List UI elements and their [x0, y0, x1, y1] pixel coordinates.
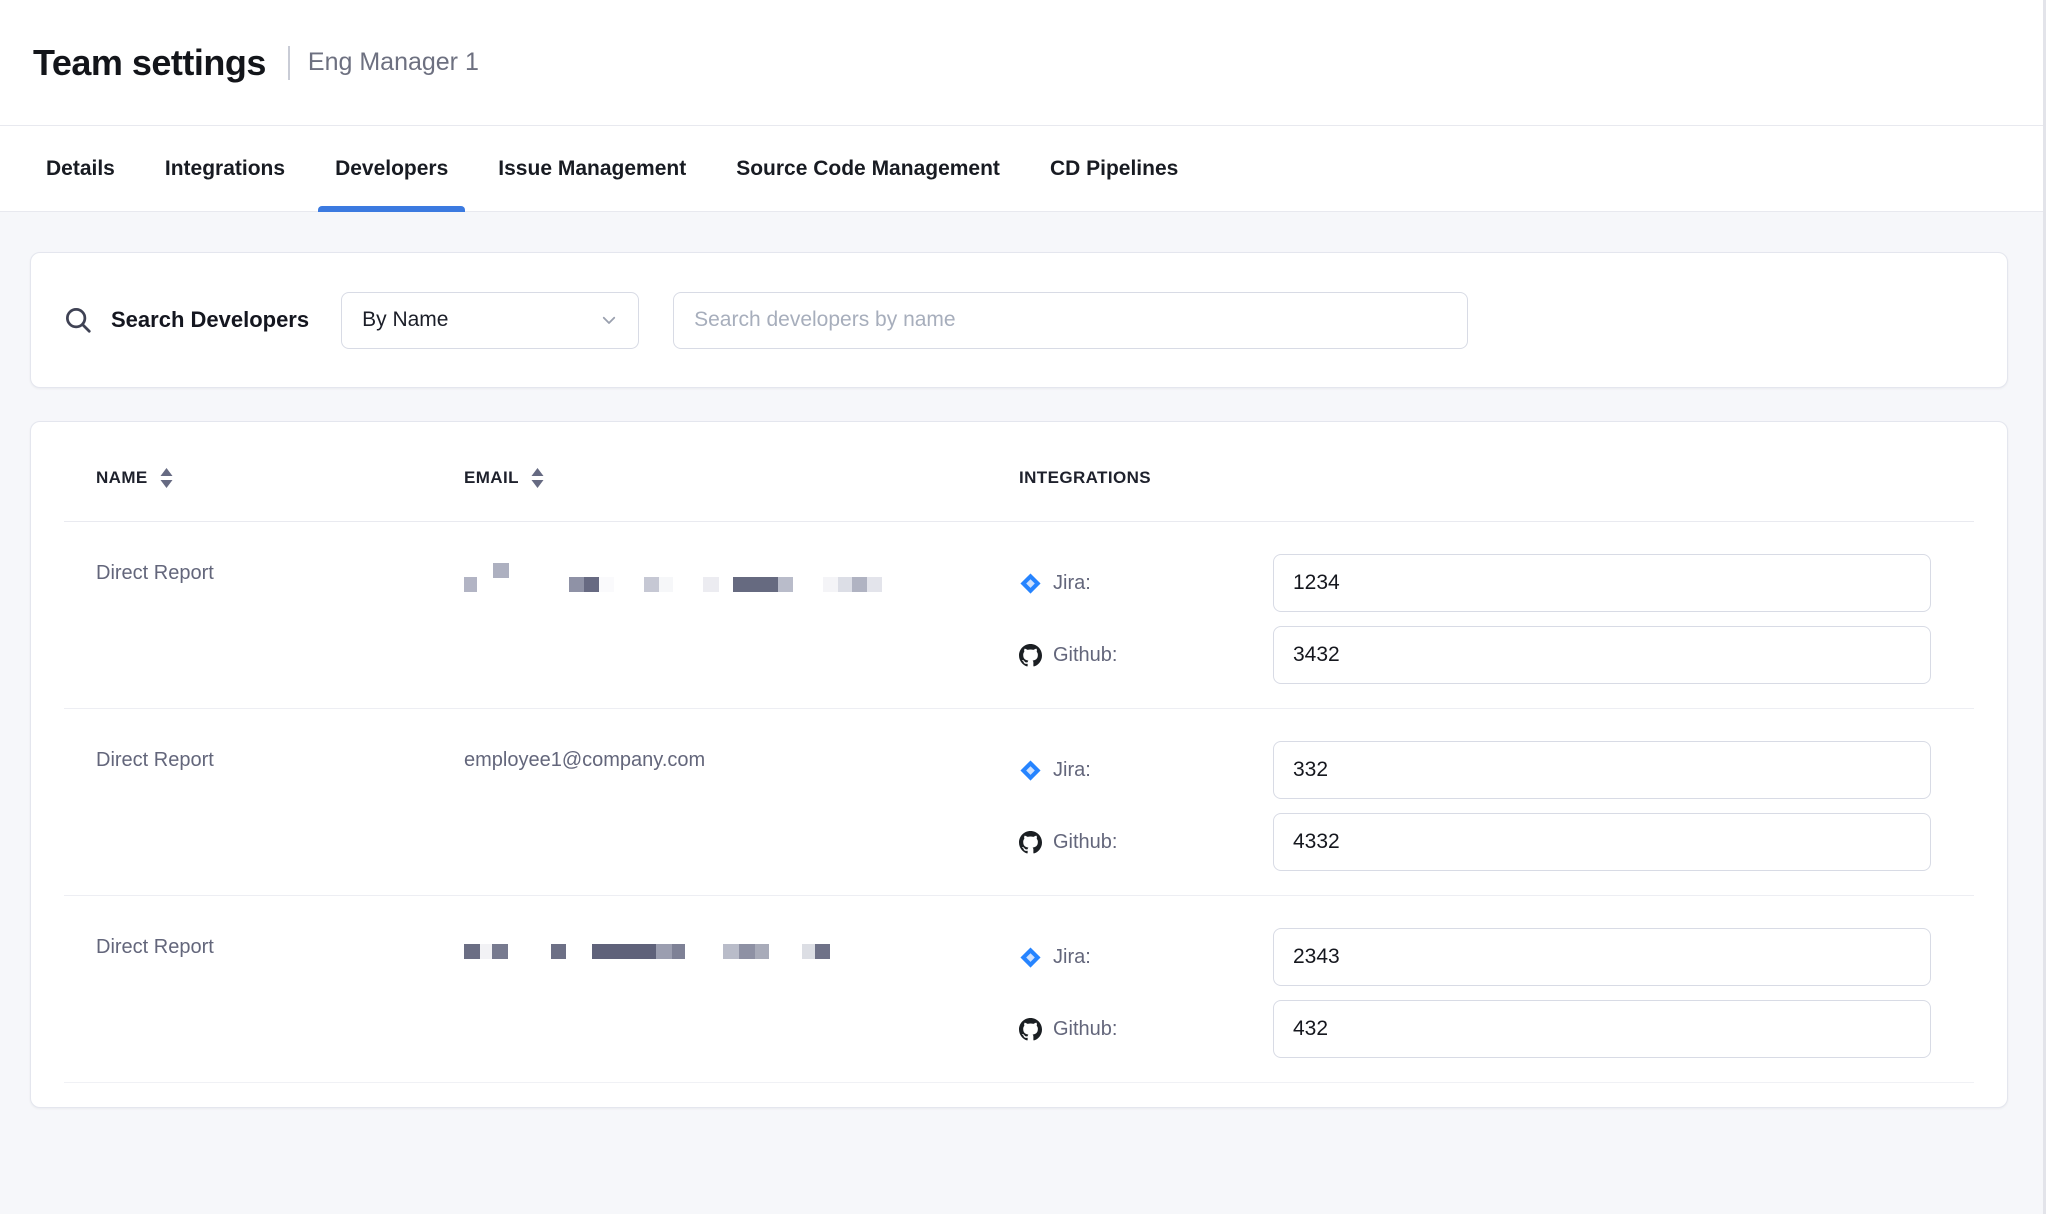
title-divider	[288, 46, 290, 80]
tab-developers[interactable]: Developers	[335, 126, 448, 212]
github-id-input[interactable]	[1273, 813, 1931, 871]
jira-icon	[1019, 946, 1042, 969]
column-header-email: EMAIL	[434, 467, 989, 489]
tab-integrations[interactable]: Integrations	[165, 126, 285, 212]
search-icon	[63, 305, 93, 335]
jira-integration-line: Jira:	[1019, 928, 1974, 986]
tab-bar: Details Integrations Developers Issue Ma…	[0, 126, 2043, 212]
jira-id-input[interactable]	[1273, 554, 1931, 612]
page-subtitle: Eng Manager 1	[308, 48, 479, 77]
search-developers-label: Search Developers	[111, 307, 309, 333]
developer-email-redacted	[434, 928, 989, 1058]
page-title: Team settings	[33, 42, 266, 84]
table-row: Direct Report	[64, 522, 1974, 709]
github-label: Github:	[1053, 644, 1117, 667]
developer-name: Direct Report	[64, 741, 434, 871]
column-header-name: NAME	[64, 467, 434, 489]
integrations-cell: Jira: Github:	[989, 928, 1974, 1058]
jira-id-input[interactable]	[1273, 928, 1931, 986]
github-label: Github:	[1053, 831, 1117, 854]
github-integration-line: Github:	[1019, 1000, 1974, 1058]
jira-icon	[1019, 759, 1042, 782]
jira-label: Jira:	[1053, 759, 1091, 782]
redacted-email-blocks	[464, 936, 989, 966]
filter-selected-value: By Name	[362, 308, 448, 332]
search-input[interactable]	[673, 292, 1468, 349]
column-header-integrations: INTEGRATIONS	[989, 468, 1974, 488]
jira-icon	[1019, 572, 1042, 595]
github-id-input[interactable]	[1273, 1000, 1931, 1058]
jira-label: Jira:	[1053, 946, 1091, 969]
integrations-cell: Jira: Github:	[989, 554, 1974, 684]
sort-icon-email[interactable]	[529, 467, 546, 489]
search-panel: Search Developers By Name	[30, 252, 2008, 388]
tab-issue-management[interactable]: Issue Management	[498, 126, 686, 212]
column-header-name-label: NAME	[96, 468, 148, 488]
github-icon	[1019, 1018, 1042, 1041]
tab-source-code-management[interactable]: Source Code Management	[736, 126, 1000, 212]
github-integration-line: Github:	[1019, 813, 1974, 871]
jira-id-input[interactable]	[1273, 741, 1931, 799]
github-label-group: Github:	[1019, 644, 1273, 667]
github-label: Github:	[1053, 1018, 1117, 1041]
tab-details[interactable]: Details	[46, 126, 115, 212]
github-icon	[1019, 831, 1042, 854]
developer-email: employee1@company.com	[434, 741, 989, 871]
jira-integration-line: Jira:	[1019, 741, 1974, 799]
jira-integration-line: Jira:	[1019, 554, 1974, 612]
table-row: Direct Report	[64, 896, 1974, 1083]
developer-name: Direct Report	[64, 554, 434, 684]
table-row: Direct Report employee1@company.com Jira…	[64, 709, 1974, 896]
table-header-row: NAME EMAIL INTEGRATIONS	[64, 434, 1974, 522]
tab-cd-pipelines[interactable]: CD Pipelines	[1050, 126, 1178, 212]
github-id-input[interactable]	[1273, 626, 1931, 684]
jira-label-group: Jira:	[1019, 759, 1273, 782]
github-integration-line: Github:	[1019, 626, 1974, 684]
jira-label-group: Jira:	[1019, 946, 1273, 969]
developer-email-redacted	[434, 554, 989, 684]
page-header: Team settings Eng Manager 1	[0, 0, 2043, 126]
github-icon	[1019, 644, 1042, 667]
developer-name: Direct Report	[64, 928, 434, 1058]
integrations-cell: Jira: Github:	[989, 741, 1974, 871]
sort-icon-name[interactable]	[158, 467, 175, 489]
github-label-group: Github:	[1019, 1018, 1273, 1041]
github-label-group: Github:	[1019, 831, 1273, 854]
developers-table: NAME EMAIL INTEGRATIONS Direct Report	[30, 421, 2008, 1108]
redacted-email-blocks	[464, 562, 989, 592]
column-header-integrations-label: INTEGRATIONS	[1019, 468, 1151, 488]
chevron-down-icon	[600, 311, 618, 329]
jira-label: Jira:	[1053, 572, 1091, 595]
column-header-email-label: EMAIL	[464, 468, 519, 488]
jira-label-group: Jira:	[1019, 572, 1273, 595]
search-filter-select[interactable]: By Name	[341, 292, 639, 349]
